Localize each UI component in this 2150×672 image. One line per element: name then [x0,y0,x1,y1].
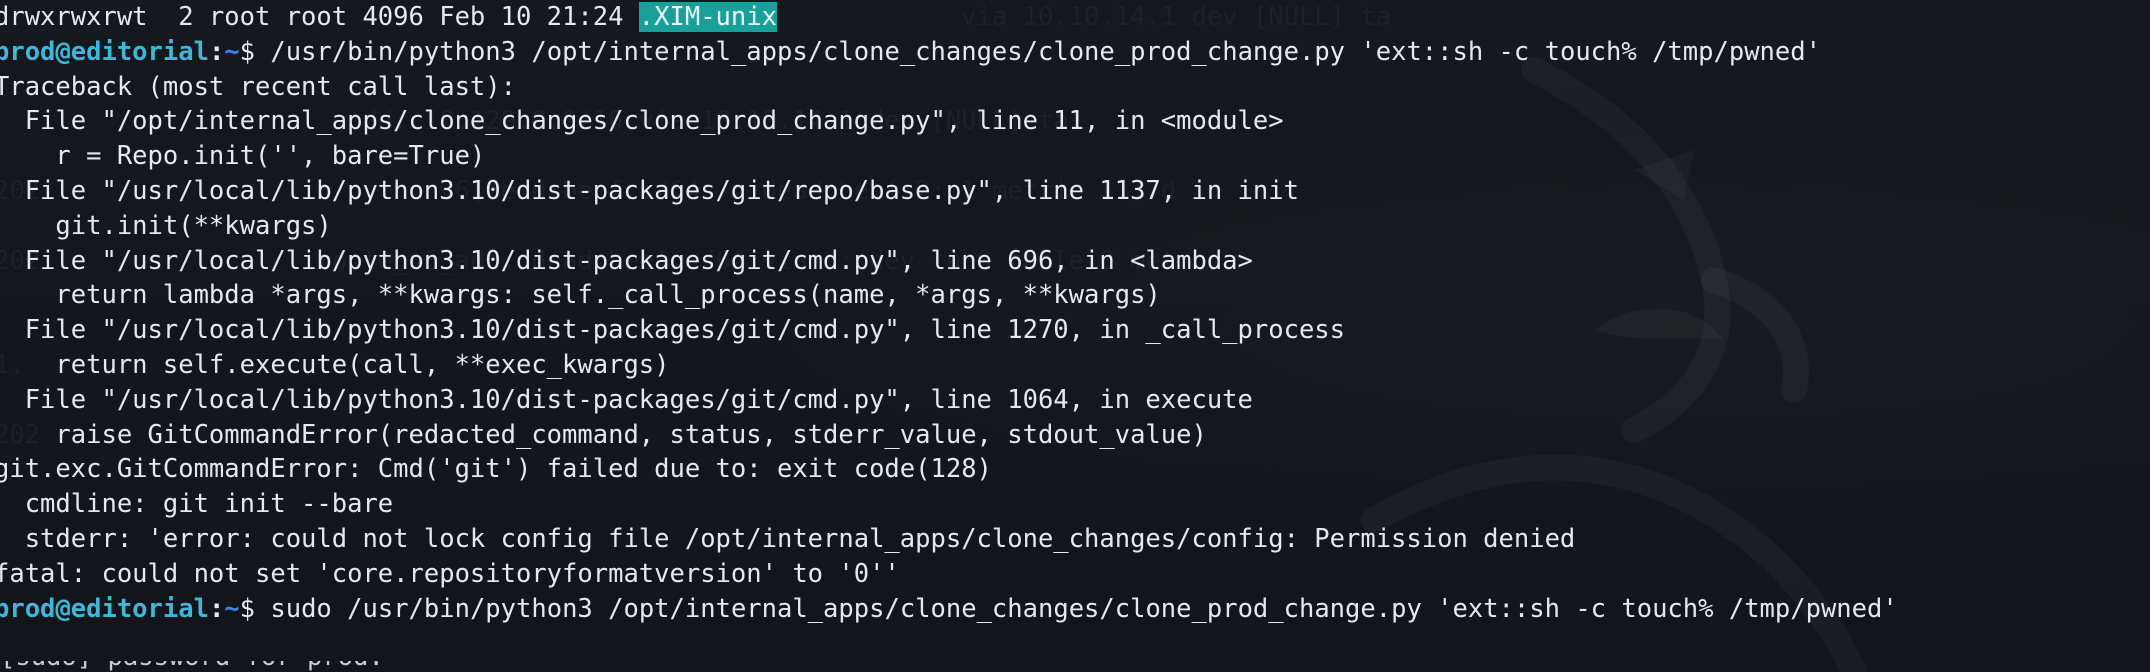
prompt-directory: ~ [224,36,240,67]
ls-entry-text: drwxrwxrwt 2 root root 4096 Feb 10 21:24 [0,2,639,32]
prompt-symbol: $ [239,593,271,624]
output-line: File "/usr/local/lib/python3.10/dist-pac… [0,175,1299,206]
output-line: return lambda *args, **kwargs: self._cal… [0,280,1161,311]
output-line: git.exc.GitCommandError: Cmd('git') fail… [0,454,992,485]
prompt-symbol: $ [239,36,271,67]
prompt-line: prod@editorial:~$ sudo /usr/bin/python3 … [0,592,1898,627]
highlighted-directory-name: .XIM-unix [638,2,777,32]
output-line: stderr: 'error: could not lock config fi… [0,523,1576,554]
prompt-user-host: prod@editorial [0,593,209,624]
output-line: return self.execute(call, **exec_kwargs) [0,349,670,380]
ls-output-line: drwxrwxrwt 2 root root 4096 Feb 10 21:24… [0,0,1898,35]
clipped-line-text: [sudo] password for prod: [0,661,384,672]
prompt-user-host: prod@editorial [0,36,209,67]
prompt-line: prod@editorial:~$ /usr/bin/python3 /opt/… [0,35,1898,70]
output-line: git.init(**kwargs) [0,210,332,241]
prompt-directory: ~ [224,593,240,624]
prompt-separator: : [208,36,225,67]
output-line: cmdline: git init --bare [0,489,394,520]
output-line: fatal: could not set 'core.repositoryfor… [0,558,900,589]
output-line: raise GitCommandError(redacted_command, … [0,419,1207,450]
output-line: File "/usr/local/lib/python3.10/dist-pac… [0,245,1253,276]
terminal-window[interactable]: via 10.10.14.1 dev [NULL] ta dd: 10.129.… [0,0,2150,672]
clipped-next-line: [sudo] password for prod: [0,661,384,672]
command-text: /usr/bin/python3 /opt/internal_apps/clon… [270,36,1821,67]
output-line: Traceback (most recent call last): [0,71,516,102]
prompt-separator: : [208,593,225,624]
output-line: File "/usr/local/lib/python3.10/dist-pac… [0,315,1346,346]
output-line: File "/usr/local/lib/python3.10/dist-pac… [0,384,1253,415]
output-line: r = Repo.init('', bare=True) [0,141,486,172]
terminal-output: drwxrwxrwt 2 root root 4096 Feb 10 21:24… [0,0,1898,661]
output-line: File "/opt/internal_apps/clone_changes/c… [0,106,1284,137]
command-text: sudo /usr/bin/python3 /opt/internal_apps… [270,593,1898,624]
